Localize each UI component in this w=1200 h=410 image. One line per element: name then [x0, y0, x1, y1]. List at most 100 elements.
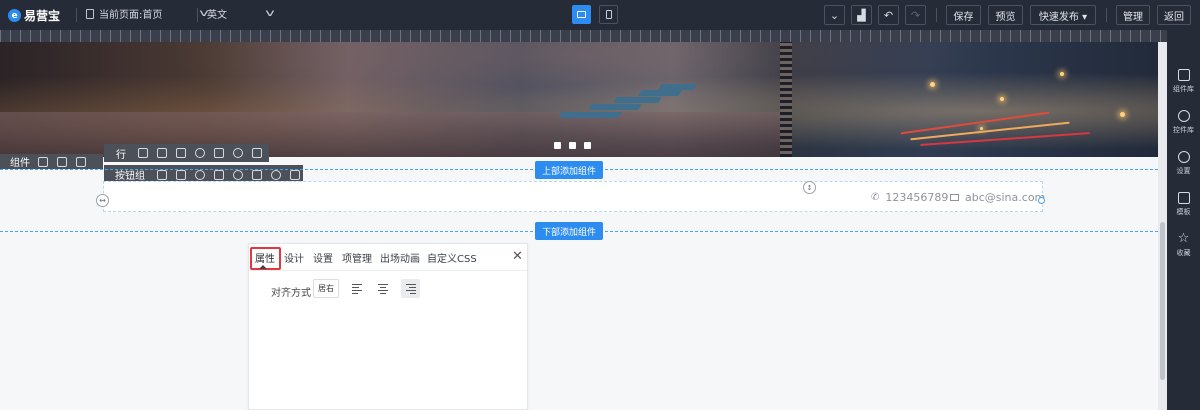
eye-icon[interactable] — [271, 169, 281, 180]
star-icon: ☆ — [1177, 231, 1190, 246]
edit-icon[interactable] — [157, 169, 167, 180]
top-toolbar: e 易营宝 当前页面:首页 v 英文 v ⌄ ▟ ↶ ↷ 保存 预览 快速发布 … — [0, 0, 1200, 30]
page-icon — [86, 8, 94, 19]
mobile-icon — [605, 10, 612, 19]
toolbar-divider — [76, 8, 77, 22]
mail-icon — [950, 194, 959, 201]
phone-icon: ✆ — [871, 192, 880, 203]
slider-dot[interactable] — [584, 142, 591, 149]
star-icon[interactable] — [252, 169, 262, 180]
row-label: 行 — [116, 149, 126, 161]
resize-handle[interactable] — [1038, 197, 1045, 204]
slider-dot[interactable] — [554, 142, 561, 149]
current-page-select[interactable]: 当前页面:首页 v — [86, 6, 209, 21]
tab-design[interactable]: 设计 — [284, 250, 304, 265]
align-center-button[interactable] — [373, 279, 392, 298]
undo-button[interactable]: ↶ — [878, 5, 899, 25]
align-left-button[interactable] — [348, 279, 367, 298]
toolbar-divider — [936, 8, 937, 22]
resize-horizontal-handle[interactable]: ↔ — [96, 194, 109, 207]
manage-button[interactable]: 管理 — [1116, 5, 1150, 25]
back-button[interactable]: 返回 — [1157, 5, 1191, 25]
tools-icon[interactable] — [57, 156, 67, 167]
quick-publish-button[interactable]: 快速发布 ▾ — [1030, 5, 1096, 25]
logo: e 易营宝 — [8, 7, 60, 24]
resize-vertical-handle[interactable]: ↕ — [803, 181, 816, 194]
tools-icon[interactable] — [176, 169, 186, 180]
sidebar-item-label: 设置 — [1176, 167, 1191, 175]
banner-image — [930, 82, 935, 87]
tab-settings[interactable]: 设置 — [313, 250, 333, 265]
component-label: 组件 — [10, 158, 30, 169]
logo-icon: e — [8, 9, 21, 22]
layers-icon[interactable] — [76, 156, 86, 167]
phone-number: 123456789 — [885, 191, 949, 204]
save-button[interactable]: 保存 — [946, 5, 981, 25]
alignment-label: 对齐方式 — [271, 288, 311, 299]
sidebar-item-widget-library[interactable]: 控件库 — [1167, 110, 1200, 135]
delete-icon[interactable] — [290, 169, 300, 180]
collapse-button[interactable]: ⌄ — [824, 5, 845, 25]
banner-slider[interactable] — [0, 42, 1160, 157]
mobile-view-button[interactable] — [599, 5, 618, 24]
banner-image — [980, 127, 983, 130]
banner-image — [638, 90, 682, 96]
add-component-top-button[interactable]: 上部添加组件 — [535, 161, 604, 179]
layer-button[interactable]: ▟ — [851, 5, 872, 25]
sidebar-item-label: 组件库 — [1173, 85, 1194, 93]
layers-icon[interactable] — [176, 148, 186, 158]
edit-icon[interactable] — [138, 148, 148, 158]
ruler — [0, 30, 1167, 42]
sidebar-item-component-library[interactable]: 组件库 — [1167, 69, 1200, 94]
magic-icon[interactable] — [195, 148, 205, 158]
align-right-button[interactable] — [401, 279, 420, 298]
banner-image — [1120, 112, 1125, 117]
vertical-scrollbar-thumb[interactable] — [1160, 222, 1165, 380]
current-page-label: 当前页面:首页 — [99, 10, 163, 21]
email-contact[interactable]: abc@sina.com — [950, 191, 1045, 204]
phone-contact[interactable]: ✆ 123456789 — [871, 191, 948, 204]
desktop-view-button[interactable] — [572, 5, 591, 24]
banner-image — [558, 112, 622, 118]
preview-button[interactable]: 预览 — [988, 5, 1023, 25]
banner-image — [1000, 97, 1004, 101]
right-sidebar: 组件库 控件库 设置 模板 ☆ 收藏 — [1167, 30, 1200, 410]
template-icon — [1177, 192, 1190, 204]
language-label: 英文 — [207, 10, 227, 21]
slider-dot[interactable] — [569, 142, 576, 149]
close-icon[interactable]: ✕ — [512, 249, 523, 264]
gear-icon[interactable] — [195, 169, 205, 180]
banner-image — [1060, 72, 1064, 76]
banner-image — [588, 104, 642, 110]
undo-icon: ↶ — [883, 8, 894, 22]
alignment-select[interactable]: 居右 — [313, 279, 339, 298]
banner-image — [780, 42, 792, 157]
desktop-icon — [577, 11, 586, 18]
email-address: abc@sina.com — [965, 191, 1046, 204]
edit-icon[interactable] — [38, 156, 48, 167]
tab-custom-css[interactable]: 自定义CSS — [427, 250, 477, 265]
sidebar-item-label: 模板 — [1176, 208, 1191, 216]
star-icon[interactable] — [214, 148, 224, 158]
toolbar-divider — [1106, 8, 1107, 22]
eye-icon[interactable] — [233, 148, 243, 158]
sidebar-item-favorites[interactable]: ☆ 收藏 — [1167, 231, 1200, 258]
sidebar-item-templates[interactable]: 模板 — [1167, 192, 1200, 217]
tools-icon[interactable] — [157, 148, 167, 158]
layers-icon — [1177, 69, 1190, 81]
add-component-bottom-button[interactable]: 下部添加组件 — [535, 222, 604, 240]
properties-panel: 属性 设计 设置 项管理 出场动画 自定义CSS ✕ 对齐方式 居右 — [248, 243, 528, 410]
delete-icon[interactable] — [252, 148, 262, 158]
tab-entrance-animation[interactable]: 出场动画 — [380, 250, 420, 265]
button-group-row[interactable]: ✆ 123456789 abc@sina.com — [103, 181, 1045, 212]
gear-icon — [1177, 151, 1190, 163]
language-select[interactable]: 英文 v — [207, 6, 275, 21]
sidebar-item-settings[interactable]: 设置 — [1167, 151, 1200, 176]
layers-icon[interactable] — [214, 169, 224, 180]
tab-item-management[interactable]: 项管理 — [342, 250, 372, 265]
redo-button[interactable]: ↷ — [905, 5, 926, 25]
editor-canvas[interactable]: 组件 行 按钮组 上部添加组件 下部添加组件 — [0, 30, 1167, 410]
sidebar-item-label: 收藏 — [1176, 249, 1191, 257]
component-toolbar: 组件 — [0, 154, 103, 169]
magic-icon[interactable] — [233, 169, 243, 180]
